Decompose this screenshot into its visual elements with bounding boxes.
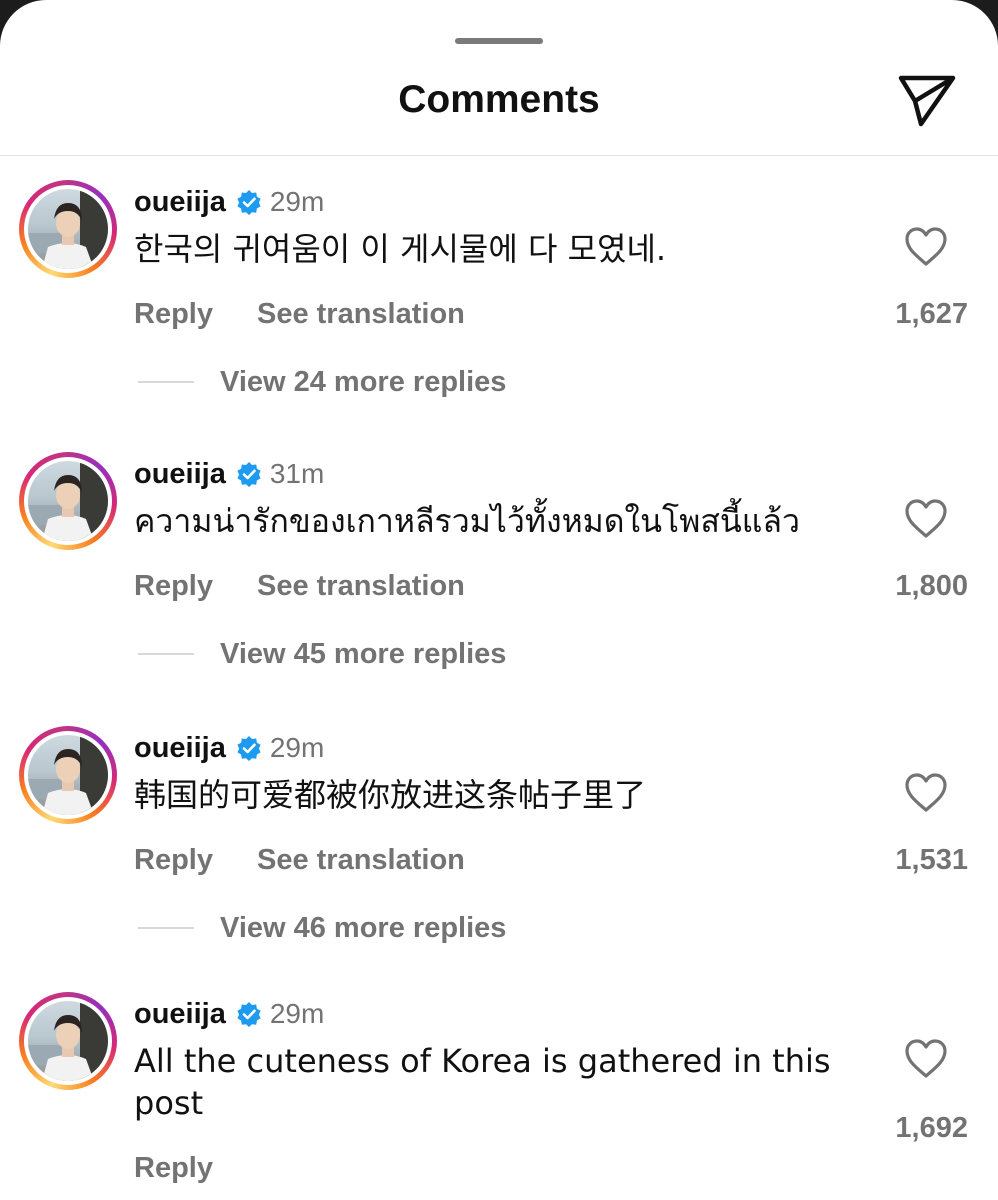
- username[interactable]: oueiija: [134, 732, 226, 765]
- like-count: 1,800: [895, 570, 968, 602]
- comment-header: oueiija 29m: [134, 728, 324, 768]
- reply-button[interactable]: Reply: [134, 844, 213, 877]
- comment-actions: Reply See translation: [134, 566, 465, 606]
- view-replies-button[interactable]: View 24 more replies: [138, 362, 506, 402]
- verified-badge-icon: [236, 1001, 262, 1027]
- like-button[interactable]: [903, 1036, 949, 1082]
- view-replies-label: View 46 more replies: [220, 911, 507, 944]
- comment-text: ความน่ารักของเกาหลีรวมไว้ทั้งหมดในโพสนี้…: [134, 502, 800, 540]
- see-translation-button[interactable]: See translation: [257, 844, 465, 877]
- see-translation-button[interactable]: See translation: [257, 570, 465, 603]
- like-count: 1,692: [895, 1112, 968, 1144]
- reply-button[interactable]: Reply: [134, 298, 213, 331]
- comment-time: 29m: [269, 186, 325, 217]
- replies-divider: [138, 381, 194, 383]
- comment-header: oueiija 29m: [134, 994, 324, 1034]
- comment-time: 29m: [269, 732, 325, 763]
- comment-actions: Reply See translation: [134, 840, 465, 880]
- reply-button[interactable]: Reply: [134, 1152, 213, 1185]
- view-replies-label: View 24 more replies: [220, 365, 507, 398]
- comment-actions: Reply: [134, 1148, 213, 1188]
- comment-time: 31m: [269, 458, 325, 489]
- comments-sheet: Comments oueiija 29m 한국의 귀여움이 이 게시물에 다 모…: [0, 0, 998, 1200]
- avatar-image: [28, 735, 108, 815]
- comment-header: oueiija 31m: [134, 454, 324, 494]
- heart-icon: [903, 770, 949, 816]
- comment-time: 29m: [269, 998, 325, 1029]
- avatar[interactable]: [19, 452, 117, 550]
- username[interactable]: oueiija: [134, 458, 226, 491]
- comment-item: oueiija 29m 韩国的可爱都被你放进这条帖子里了 Reply See t…: [0, 702, 998, 952]
- avatar[interactable]: [19, 992, 117, 1090]
- avatar[interactable]: [19, 180, 117, 278]
- verified-badge-icon: [236, 735, 262, 761]
- view-replies-label: View 45 more replies: [220, 637, 507, 670]
- avatar[interactable]: [19, 726, 117, 824]
- replies-divider: [138, 653, 194, 655]
- comment-text: 한국의 귀여움이 이 게시물에 다 모였네.: [134, 230, 667, 268]
- avatar-image: [28, 1001, 108, 1081]
- comment-text: All the cuteness of Korea is gathered in…: [134, 1042, 831, 1122]
- replies-divider: [138, 927, 194, 929]
- comment-item: oueiija 29m 한국의 귀여움이 이 게시물에 다 모였네. Reply…: [0, 156, 998, 406]
- sheet-grabber[interactable]: [455, 38, 543, 44]
- like-button[interactable]: [903, 496, 949, 542]
- page-title: Comments: [398, 78, 600, 121]
- share-button[interactable]: [895, 70, 959, 130]
- verified-badge-icon: [236, 461, 262, 487]
- verified-badge-icon: [236, 189, 262, 215]
- heart-icon: [903, 224, 949, 270]
- heart-icon: [903, 1036, 949, 1082]
- view-replies-button[interactable]: View 45 more replies: [138, 634, 506, 674]
- comment-item: oueiija 31m ความน่ารักของเกาหลีรวมไว้ทั้…: [0, 428, 998, 678]
- comment-text: 韩国的可爱都被你放进这条帖子里了: [134, 776, 647, 814]
- avatar-image: [28, 461, 108, 541]
- reply-button[interactable]: Reply: [134, 570, 213, 603]
- comment-item: oueiija 29m All the cuteness of Korea is…: [0, 968, 998, 1200]
- paper-plane-icon: [895, 70, 959, 130]
- comment-header: oueiija 29m: [134, 182, 324, 222]
- see-translation-button[interactable]: See translation: [257, 298, 465, 331]
- like-button[interactable]: [903, 770, 949, 816]
- view-replies-button[interactable]: View 46 more replies: [138, 908, 506, 948]
- like-count: 1,531: [895, 844, 968, 876]
- username[interactable]: oueiija: [134, 186, 226, 219]
- like-button[interactable]: [903, 224, 949, 270]
- like-count: 1,627: [895, 298, 968, 330]
- comment-actions: Reply See translation: [134, 294, 465, 334]
- username[interactable]: oueiija: [134, 998, 226, 1031]
- heart-icon: [903, 496, 949, 542]
- avatar-image: [28, 189, 108, 269]
